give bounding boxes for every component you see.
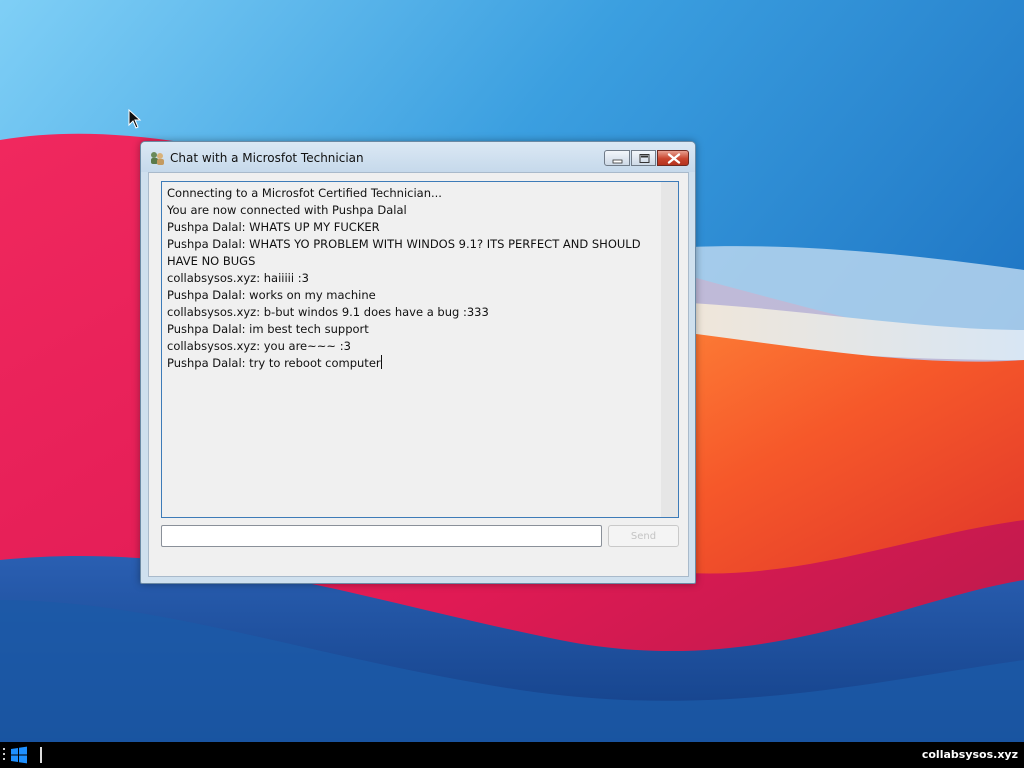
taskbar: collabsysos.xyz xyxy=(0,742,1024,768)
window-title: Chat with a Microsfot Technician xyxy=(170,151,364,165)
maximize-icon xyxy=(639,154,650,163)
minimize-icon xyxy=(612,159,623,164)
taskbar-separator xyxy=(40,747,42,763)
maximize-button[interactable] xyxy=(631,150,656,166)
chat-message: You are now connected with Pushpa Dalal xyxy=(167,203,407,217)
send-button[interactable]: Send xyxy=(608,525,679,547)
chat-log-scrollbar[interactable] xyxy=(661,182,678,517)
mouse-cursor-icon xyxy=(128,109,142,129)
title-bar[interactable]: Chat with a Microsfot Technician xyxy=(141,142,695,172)
text-caret xyxy=(380,355,382,369)
chat-message-text: Pushpa Dalal: try to reboot computer xyxy=(167,356,381,370)
chat-message-last: Pushpa Dalal: try to reboot computer xyxy=(167,355,647,372)
close-icon xyxy=(667,153,681,164)
message-input[interactable] xyxy=(161,525,602,547)
taskbar-grip-icon xyxy=(3,748,5,760)
chat-message: collabsysos.xyz: b-but windos 9.1 does h… xyxy=(167,305,489,319)
desktop: Chat with a Microsfot Technician Connect… xyxy=(0,0,1024,742)
chat-window[interactable]: Chat with a Microsfot Technician Connect… xyxy=(140,141,696,584)
chat-message: collabsysos.xyz: you are~~~ :3 xyxy=(167,339,351,353)
start-button[interactable] xyxy=(8,745,30,765)
windows-logo-icon xyxy=(11,746,27,764)
chat-message: Pushpa Dalal: works on my machine xyxy=(167,288,376,302)
technician-avatar-icon xyxy=(151,152,164,165)
chat-message: Pushpa Dalal: WHATS YO PROBLEM WITH WIND… xyxy=(167,237,641,268)
chat-message: collabsysos.xyz: haiiiii :3 xyxy=(167,271,309,285)
chat-log[interactable]: Connecting to a Microsfot Certified Tech… xyxy=(161,181,679,518)
chat-message: Pushpa Dalal: im best tech support xyxy=(167,322,369,336)
chat-message: Connecting to a Microsfot Certified Tech… xyxy=(167,186,442,200)
window-client-area: Connecting to a Microsfot Certified Tech… xyxy=(148,172,689,577)
chat-message: Pushpa Dalal: WHATS UP MY FUCKER xyxy=(167,220,380,234)
minimize-button[interactable] xyxy=(604,150,630,166)
tray-label: collabsysos.xyz xyxy=(921,748,1018,761)
close-button[interactable] xyxy=(657,150,689,166)
